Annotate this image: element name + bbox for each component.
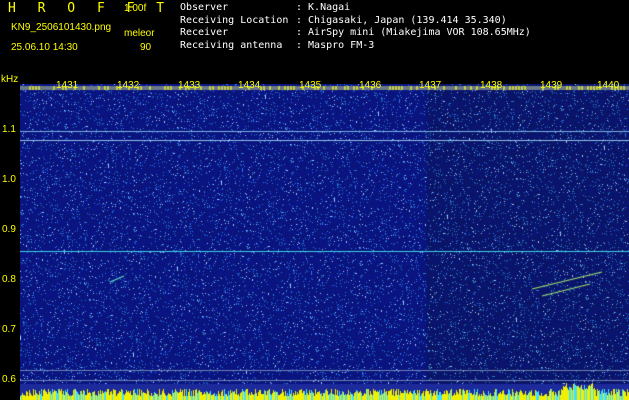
spectrogram-plot	[20, 84, 629, 400]
info-value: : AirSpy mini (Miakejima VOR 108.65MHz)	[296, 27, 531, 39]
x-tick-label: 1431	[56, 80, 79, 91]
x-tick-label: 1434	[238, 80, 261, 91]
station-info: Observer : K.Nagai Receiving Location : Ch…	[180, 2, 531, 52]
info-row-antenna: Receiving antenna : Maspro FM-3	[180, 40, 531, 53]
y-tick-label: 0.8	[2, 274, 16, 285]
info-value: : Maspro FM-3	[296, 39, 375, 51]
y-axis-unit: kHz	[1, 74, 19, 85]
y-tick-label: 1.0	[2, 174, 16, 185]
x-tick-label: 1435	[299, 80, 322, 91]
x-tick-label: 1440	[597, 80, 620, 91]
info-row-observer: Observer : K.Nagai	[180, 2, 531, 15]
datetime-label: 25.06.10 14:30	[11, 42, 78, 53]
x-tick-label: 1438	[480, 80, 503, 91]
x-tick-label: 1437	[419, 80, 442, 91]
x-tick-label: 1436	[359, 80, 382, 91]
spectrogram-canvas	[20, 84, 629, 400]
info-row-receiver: Receiver : AirSpy mini (Miakejima VOR 108…	[180, 27, 531, 40]
y-tick-label: 0.7	[2, 324, 16, 335]
y-tick-label: 1.1	[2, 124, 16, 135]
header-panel: H R O F F T 1.00f KN9_2506101430.png mel…	[0, 0, 629, 80]
x-tick-label: 1432	[117, 80, 140, 91]
info-label: Observer	[180, 2, 229, 13]
x-tick-label: 1433	[178, 80, 201, 91]
mode-label: meleor	[124, 28, 155, 39]
info-label: Receiver	[180, 27, 229, 39]
y-tick-label: 0.6	[2, 374, 16, 385]
info-value: : K.Nagai	[296, 2, 351, 13]
value-label: 90	[140, 42, 152, 53]
info-row-location: Receiving Location : Chigasaki, Japan (13…	[180, 15, 531, 28]
file-name: KN9_2506101430.png	[11, 22, 112, 33]
info-label: Receiving Location	[180, 14, 289, 26]
x-tick-label: 1439	[540, 80, 563, 91]
info-value: : Chigasaki, Japan (139.414 35.340)	[296, 14, 507, 26]
y-tick-label: 0.9	[2, 224, 16, 235]
app-brand: H R O F F T	[8, 1, 172, 16]
app-version: 1.00f	[124, 3, 147, 14]
info-label: Receiving antenna	[180, 39, 283, 51]
